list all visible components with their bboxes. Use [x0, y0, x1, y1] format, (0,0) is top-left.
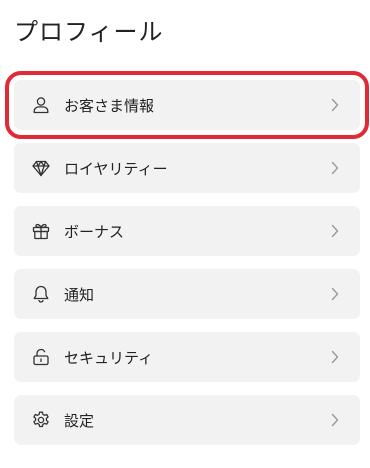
profile-menu: お客さま情報 ロイヤリティー ボーナス 通知 セキュリティ 設定 — [5, 71, 369, 458]
chevron-right-icon — [328, 98, 342, 112]
menu-item-loyalty[interactable]: ロイヤリティー — [14, 143, 360, 193]
lock-icon — [31, 347, 51, 367]
chevron-right-icon — [328, 350, 342, 364]
menu-item-customer-info[interactable]: お客さま情報 — [5, 71, 369, 139]
menu-item-label: ボーナス — [64, 222, 125, 241]
menu-item-notifications[interactable]: 通知 — [14, 269, 360, 319]
chevron-right-icon — [328, 224, 342, 238]
chevron-right-icon — [328, 161, 342, 175]
menu-item-security[interactable]: セキュリティ — [14, 332, 360, 382]
gear-icon — [31, 410, 51, 430]
page-title: プロフィール — [14, 18, 164, 46]
chevron-right-icon — [328, 287, 342, 301]
user-icon — [31, 95, 51, 115]
menu-item-label: ロイヤリティー — [64, 159, 168, 178]
bell-icon — [31, 284, 51, 304]
diamond-icon — [31, 158, 51, 178]
menu-item-settings[interactable]: 設定 — [14, 395, 360, 445]
menu-item-label: お客さま情報 — [64, 96, 155, 115]
menu-item-label: セキュリティ — [64, 348, 154, 367]
menu-item-label: 設定 — [64, 411, 95, 430]
menu-item-label: 通知 — [64, 285, 95, 304]
gift-icon — [31, 221, 51, 241]
chevron-right-icon — [328, 413, 342, 427]
menu-item-bonus[interactable]: ボーナス — [14, 206, 360, 256]
